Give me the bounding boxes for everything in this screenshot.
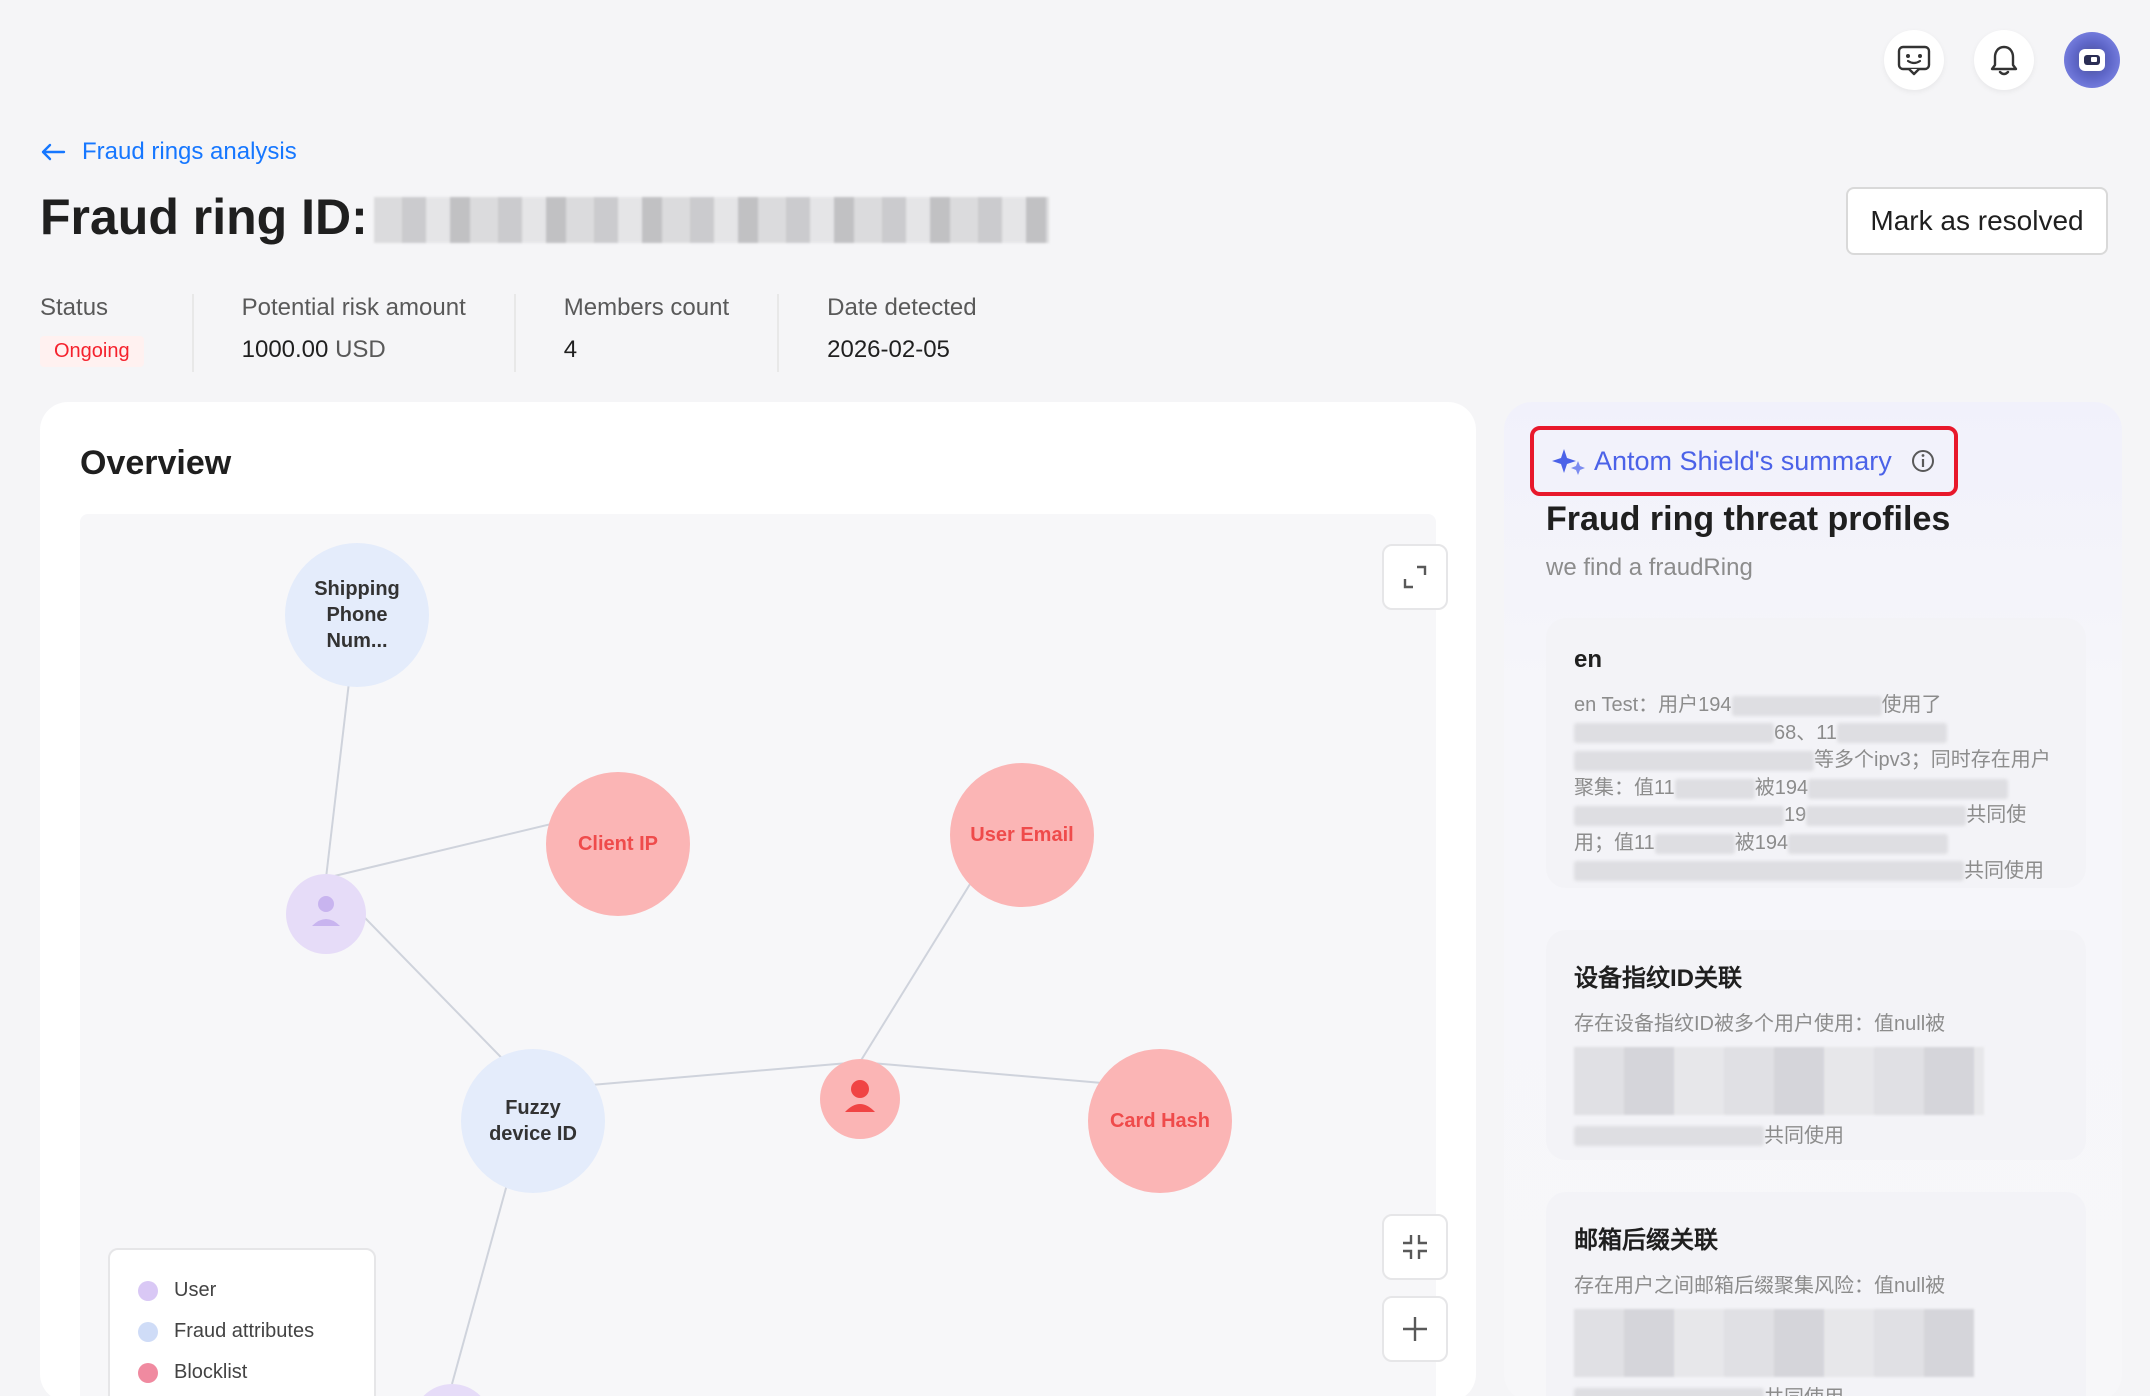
node-label-shipping-phone[interactable]: Shipping Phone Num...: [295, 574, 419, 656]
card-title: en: [1574, 646, 1603, 673]
overview-panel: Overview Shipping Phone Num... Client IP…: [40, 402, 1476, 1396]
node-label-client-ip[interactable]: Client IP: [558, 824, 678, 864]
mark-as-resolved-button[interactable]: Mark as resolved: [1846, 187, 2108, 255]
stat-label: Status: [40, 294, 109, 321]
graph-legend: User Fraud attributes Blocklist: [108, 1248, 376, 1396]
feedback-button[interactable]: [1884, 30, 1944, 90]
legend-dot: [138, 1321, 158, 1342]
notifications-button[interactable]: [1974, 30, 2034, 90]
stat-label: Members count: [563, 294, 730, 321]
back-link-label: Fraud rings analysis: [82, 138, 297, 165]
page-title: Fraud ring ID:: [40, 188, 1049, 246]
legend-label: Blocklist: [174, 1361, 248, 1383]
node-label-user-email[interactable]: User Email: [952, 815, 1092, 855]
message-face-icon: [1897, 45, 1931, 76]
stat-value: 2026-02-05: [827, 336, 950, 363]
stat-label: Potential risk amount: [241, 294, 466, 321]
stat-value: 4: [563, 336, 578, 363]
stat-unit: USD: [335, 336, 386, 363]
top-toolbar: [1884, 30, 2120, 90]
node-label-card-hash[interactable]: Card Hash: [1090, 1101, 1230, 1141]
plus-icon: [1403, 1317, 1427, 1341]
expand-icon: [1403, 565, 1427, 589]
legend-item-blocklist: Blocklist: [138, 1352, 346, 1393]
legend-item-user: User: [138, 1270, 346, 1311]
summary-subtitle: we find a fraudRing: [1546, 554, 1753, 581]
threat-profile-card: 邮箱后缀关联 存在用户之间邮箱后缀聚集风险：值null被 共同使用: [1546, 1192, 2086, 1396]
threat-profile-card: 设备指纹ID关联 存在设备指纹ID被多个用户使用：值null被 共同使用: [1546, 930, 2086, 1160]
robot-avatar-icon: [2079, 49, 2105, 71]
card-title: 邮箱后缀关联: [1574, 1227, 1718, 1254]
antom-shield-summary-badge[interactable]: Antom Shield's summary: [1530, 426, 1958, 496]
bell-icon: [1990, 45, 2018, 76]
sparkle-icon: [1552, 449, 1585, 475]
zoom-in-button[interactable]: [1382, 1296, 1448, 1362]
info-icon[interactable]: [1910, 448, 1936, 474]
collapse-icon: [1403, 1235, 1427, 1259]
legend-dot: [138, 1362, 158, 1383]
legend-item-fraud-attributes: Fraud attributes: [138, 1311, 346, 1352]
page-title-label: Fraud ring ID:: [40, 189, 368, 245]
summary-heading: Fraud ring threat profiles: [1546, 500, 1951, 538]
fullscreen-button[interactable]: [1382, 544, 1448, 610]
back-link[interactable]: Fraud rings analysis: [40, 138, 297, 166]
node-label-fuzzy-device[interactable]: Fuzzy device ID: [473, 1080, 593, 1162]
node-user-flagged: [820, 1059, 900, 1139]
stat-label: Date detected: [827, 294, 977, 321]
card-title: 设备指纹ID关联: [1574, 965, 1742, 992]
arrow-left-icon: [41, 143, 66, 161]
user-avatar[interactable]: [2064, 32, 2120, 88]
card-text: 存在设备指纹ID被多个用户使用：值null被 共同使用: [1574, 1011, 2058, 1150]
card-text: 存在用户之间邮箱后缀聚集风险：值null被 共同使用: [1574, 1273, 2058, 1396]
stats-bar: Status Ongoing Potential risk amount 100…: [40, 294, 1073, 372]
status-badge: Ongoing: [40, 336, 144, 367]
node-user-3: [423, 1384, 481, 1396]
fit-view-button[interactable]: [1382, 1214, 1448, 1280]
stat-risk-amount: Potential risk amount 1000.00 USD: [242, 294, 516, 372]
threat-profile-card: en en Test：用户194 使用了 68、11 等多个ipv3；同时存在用户…: [1546, 618, 2086, 888]
card-text: en Test：用户194 使用了 68、11 等多个ipv3；同时存在用户 聚集…: [1574, 694, 2051, 882]
legend-label: User: [174, 1279, 217, 1301]
redacted-ring-id: [373, 197, 1049, 243]
legend-dot: [138, 1280, 158, 1301]
stat-status: Status Ongoing: [40, 294, 194, 372]
node-user-1: [286, 874, 366, 954]
summary-badge-label: Antom Shield's summary: [1594, 445, 1892, 476]
stat-members-count: Members count 4: [563, 294, 780, 372]
legend-label: Fraud attributes: [174, 1320, 315, 1342]
summary-panel: Antom Shield's summary Fraud ring threat…: [1504, 402, 2122, 1396]
overview-title: Overview: [80, 444, 232, 482]
stat-date-detected: Date detected 2026-02-05: [827, 294, 1024, 372]
stat-value: 1000.00: [241, 336, 329, 363]
